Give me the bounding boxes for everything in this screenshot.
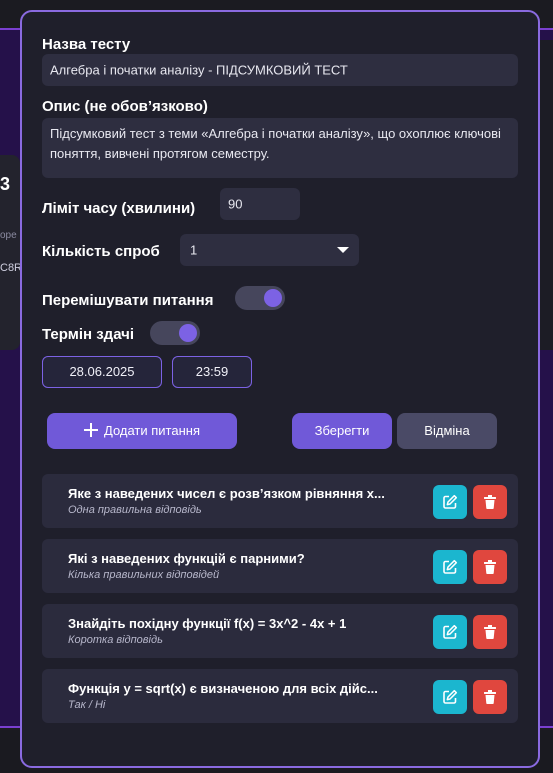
description-textarea[interactable]: Підсумковий тест з теми «Алгебра і почат… [42, 118, 518, 178]
trash-icon [484, 560, 496, 575]
trash-icon [484, 690, 496, 705]
question-row: Які з наведених функцій є парними? Кільк… [42, 539, 518, 593]
trash-icon [484, 495, 496, 510]
time-limit-label: Ліміт часу (хвилини) [42, 200, 196, 217]
test-title-value: Алгебра і початки аналізу - ПІДСУМКОВИЙ … [50, 62, 348, 78]
shuffle-toggle[interactable] [235, 286, 285, 310]
deadline-date-input[interactable]: 28.06.2025 [42, 356, 162, 388]
question-title: Які з наведених функцій є парними? [68, 551, 305, 566]
test-title-label: Назва тесту [42, 36, 131, 53]
background-card-number: 3 [0, 174, 11, 194]
attempts-label: Кількість спроб [42, 243, 160, 260]
question-row: Яке з наведених чисел є розв’язком рівня… [42, 474, 518, 528]
question-type: Одна правильна відповідь [68, 504, 202, 516]
add-question-label: Додати питання [104, 423, 200, 438]
background-card-code: C8R [0, 262, 23, 274]
edit-icon [443, 624, 458, 639]
question-row: Функція y = sqrt(x) є визначеною для всі… [42, 669, 518, 723]
edit-question-button[interactable] [433, 680, 467, 714]
description-label: Опис (не обов’язково) [42, 98, 208, 115]
edit-test-modal: Назва тесту Алгебра і початки аналізу - … [20, 10, 540, 768]
time-limit-input[interactable]: 90 [220, 188, 300, 220]
delete-question-button[interactable] [473, 550, 507, 584]
question-row: Знайдіть похідну функції f(x) = 3x^2 - 4… [42, 604, 518, 658]
deadline-toggle-knob [179, 324, 197, 342]
question-type: Кілька правильних відповідей [68, 569, 220, 581]
test-title-input[interactable]: Алгебра і початки аналізу - ПІДСУМКОВИЙ … [42, 54, 518, 86]
save-button[interactable]: Зберегти [292, 413, 392, 449]
edit-icon [443, 689, 458, 704]
question-title: Знайдіть похідну функції f(x) = 3x^2 - 4… [68, 616, 347, 631]
attempts-value: 1 [190, 242, 198, 258]
plus-icon [84, 423, 98, 437]
attempts-select[interactable]: 1 [180, 234, 359, 266]
delete-question-button[interactable] [473, 680, 507, 714]
question-title: Яке з наведених чисел є розв’язком рівня… [68, 486, 385, 501]
question-type: Так / Ні [68, 699, 106, 711]
description-value: Підсумковий тест з теми «Алгебра і почат… [50, 126, 501, 161]
edit-icon [443, 559, 458, 574]
chevron-down-icon [337, 247, 349, 253]
edit-icon [443, 494, 458, 509]
add-question-button[interactable]: Додати питання [47, 413, 237, 449]
question-title: Функція y = sqrt(x) є визначеною для всі… [68, 681, 378, 696]
edit-question-button[interactable] [433, 550, 467, 584]
shuffle-label: Перемішувати питання [42, 292, 214, 309]
question-type: Коротка відповідь [68, 634, 163, 646]
delete-question-button[interactable] [473, 485, 507, 519]
edit-question-button[interactable] [433, 615, 467, 649]
trash-icon [484, 625, 496, 640]
cancel-button[interactable]: Відміна [397, 413, 497, 449]
background-card-text: оре [0, 230, 17, 241]
deadline-toggle[interactable] [150, 321, 200, 345]
deadline-time-input[interactable]: 23:59 [172, 356, 252, 388]
delete-question-button[interactable] [473, 615, 507, 649]
deadline-label: Термін здачі [42, 326, 135, 343]
shuffle-toggle-knob [264, 289, 282, 307]
time-limit-value: 90 [228, 196, 243, 212]
edit-question-button[interactable] [433, 485, 467, 519]
